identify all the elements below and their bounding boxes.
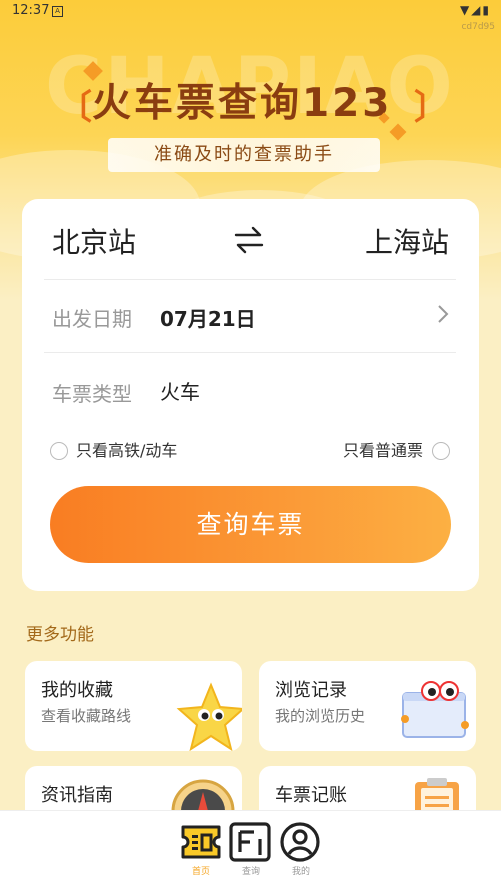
search-tickets-button[interactable]: 查询车票 (50, 486, 451, 563)
tab-search[interactable]: 查询 (226, 811, 276, 891)
more-functions-title: 更多功能 (26, 625, 94, 645)
notification-icon: A (52, 6, 63, 17)
expense-title: 车票记账 (275, 785, 347, 806)
date-value[interactable]: 07月21日 (160, 303, 256, 332)
user-icon (280, 822, 320, 862)
tab-home[interactable]: 首页 (176, 811, 226, 891)
history-title: 浏览记录 (275, 680, 347, 701)
high-speed-radio[interactable] (50, 442, 68, 460)
title-bracket-right: 〕 (414, 88, 448, 128)
tab-mine[interactable]: 我的 (276, 811, 326, 891)
guide-title: 资讯指南 (41, 785, 113, 806)
status-bar: 12:37 A ▼◢▮ cd7d95 (0, 0, 501, 32)
type-value[interactable]: 火车 (160, 376, 200, 405)
chevron-right-icon[interactable] (436, 303, 450, 325)
app-title: 火车票查询123 (92, 81, 393, 126)
date-label: 出发日期 (52, 307, 132, 331)
history-card[interactable]: 浏览记录 我的浏览历史 (259, 661, 476, 751)
star-mascot-icon (176, 682, 242, 751)
bottom-tab-bar: 首页 查询 我的 (0, 810, 501, 891)
ticket-icon (181, 825, 221, 859)
signal-battery-icon: ▼◢▮ (459, 3, 491, 17)
tab-mine-label: 我的 (291, 867, 310, 877)
app-subtitle: 准确及时的查票助手 (108, 138, 380, 172)
from-station[interactable]: 北京站 (52, 221, 136, 261)
divider (44, 279, 456, 280)
favorites-title: 我的收藏 (41, 680, 113, 701)
favorites-subtitle: 查看收藏路线 (41, 707, 132, 725)
status-time: 12:37 (12, 3, 50, 18)
browser-window-icon (401, 681, 469, 738)
to-station[interactable]: 上海站 (365, 221, 449, 261)
normal-ticket-label[interactable]: 只看普通票 (343, 442, 423, 460)
normal-ticket-radio[interactable] (432, 442, 450, 460)
tab-home-label: 首页 (191, 867, 210, 877)
favorites-card[interactable]: 我的收藏 查看收藏路线 (25, 661, 242, 751)
history-subtitle: 我的浏览历史 (275, 707, 366, 725)
high-speed-label[interactable]: 只看高铁/动车 (76, 442, 177, 460)
tab-search-label: 查询 (241, 867, 260, 877)
status-tag: cd7d95 (461, 22, 495, 32)
divider (44, 352, 456, 353)
type-label: 车票类型 (52, 382, 132, 406)
title-bracket-left: 〔 (58, 88, 92, 128)
swap-icon[interactable] (232, 225, 266, 255)
search-card-icon (229, 822, 271, 862)
search-card: 北京站 上海站 出发日期 07月21日 车票类型 火车 只看高铁/动车 只看普通… (22, 199, 479, 591)
